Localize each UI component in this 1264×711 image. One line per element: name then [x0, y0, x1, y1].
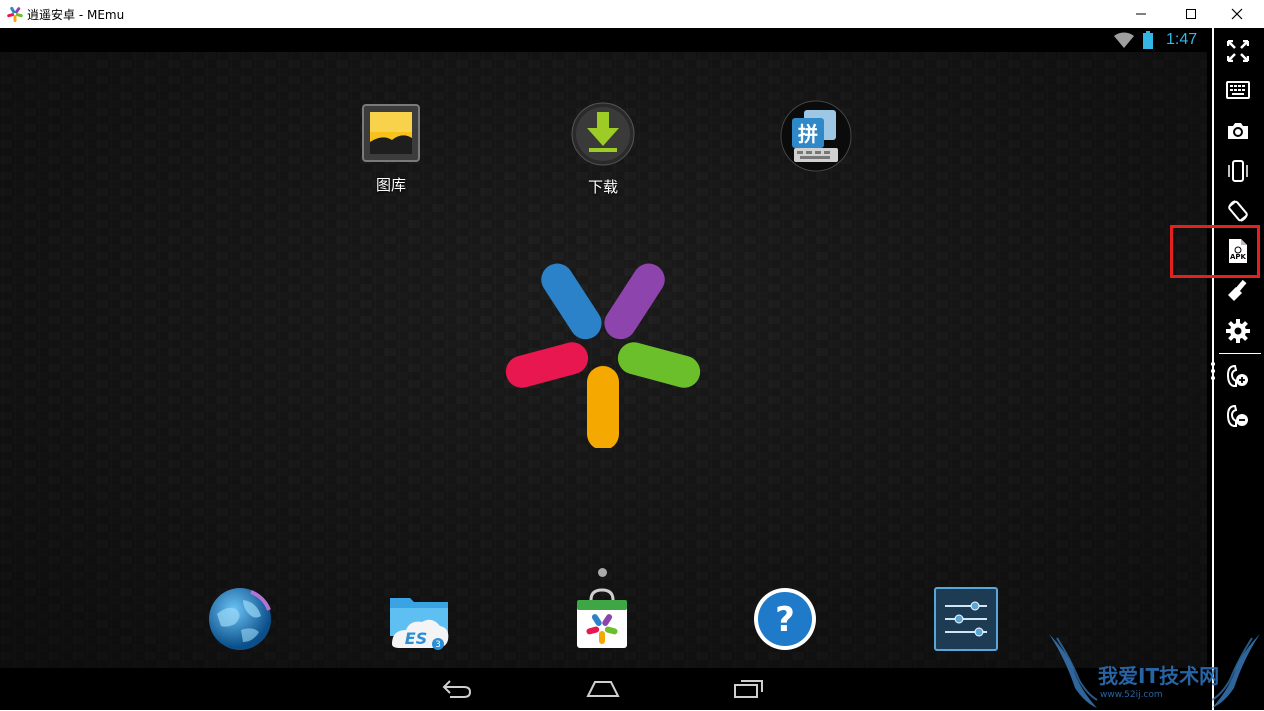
- dock-browser[interactable]: [190, 586, 290, 652]
- app-download[interactable]: 下载: [553, 102, 653, 197]
- rotate-icon: [1228, 200, 1248, 222]
- volume-down-button[interactable]: [1221, 401, 1255, 431]
- home-icon[interactable]: [585, 676, 621, 700]
- settings-button[interactable]: [1221, 316, 1255, 346]
- toolbar-separator: [1219, 353, 1261, 354]
- maximize-button[interactable]: [1168, 0, 1214, 28]
- settings-gear-icon: [1226, 319, 1250, 343]
- shake-phone-icon: [1228, 160, 1248, 182]
- dock-help[interactable]: ?: [735, 586, 835, 652]
- browser-globe-icon: [209, 588, 271, 650]
- keyboard-icon: [1226, 81, 1250, 99]
- close-button[interactable]: [1214, 0, 1260, 28]
- maximize-icon: [1186, 9, 1196, 19]
- es-file-explorer-icon: ES 3: [390, 598, 449, 650]
- volume-down-icon: [1226, 404, 1248, 427]
- shake-button[interactable]: [1221, 156, 1255, 186]
- apk-highlight-box: [1170, 225, 1260, 278]
- volume-up-icon: [1226, 364, 1248, 387]
- app-label: 图库: [375, 176, 406, 194]
- memu-logo-icon: [7, 6, 23, 22]
- keyboard-button[interactable]: [1221, 75, 1255, 105]
- svg-text:拼: 拼: [798, 122, 818, 146]
- memu-market-icon: [577, 588, 627, 648]
- screenshot-button[interactable]: [1221, 116, 1255, 146]
- fullscreen-icon: [1227, 40, 1249, 62]
- status-bar: 1:47: [0, 28, 1207, 52]
- recent-apps-icon[interactable]: [732, 676, 766, 700]
- minimize-icon: [1136, 13, 1146, 15]
- download-icon: [571, 102, 635, 166]
- status-time: 1:47: [1166, 31, 1198, 48]
- pinyin-keyboard-icon: 拼: [780, 100, 852, 172]
- back-icon[interactable]: [440, 676, 474, 700]
- watermark-url: www.52ij.com: [1100, 690, 1163, 700]
- watermark-text: 我爱IT技术网: [1098, 664, 1220, 688]
- svg-text:3: 3: [435, 640, 441, 650]
- window-titlebar: 逍遥安卓 - MEmu: [0, 0, 1264, 28]
- rotate-button[interactable]: [1221, 196, 1255, 226]
- emulator-toolbar: APK: [1207, 28, 1264, 710]
- settings-sliders-icon: [934, 587, 998, 651]
- clean-brush-icon: [1228, 279, 1247, 301]
- navigation-bar: [0, 668, 1207, 710]
- wifi-icon: [1114, 32, 1134, 48]
- dock-memu-market[interactable]: [552, 586, 652, 652]
- more-dots-icon[interactable]: [1210, 361, 1216, 381]
- memu-logo: [505, 263, 701, 448]
- dock-settings[interactable]: [916, 586, 1016, 652]
- help-icon: ?: [754, 588, 816, 650]
- app-pinyin-keyboard[interactable]: 拼: [766, 100, 866, 182]
- android-screen[interactable]: 1:47 图库 下载 拼 ES 3 ?: [0, 28, 1207, 710]
- dock-es-file-explorer[interactable]: ES 3: [369, 586, 469, 652]
- app-label: 下载: [587, 178, 618, 196]
- gallery-icon: [362, 104, 420, 162]
- window-title: 逍遥安卓 - MEmu: [27, 8, 125, 22]
- volume-up-button[interactable]: [1221, 361, 1255, 391]
- battery-icon: [1143, 31, 1153, 49]
- fullscreen-button[interactable]: [1221, 36, 1255, 66]
- close-icon: [1231, 8, 1243, 20]
- screenshot-camera-icon: [1228, 123, 1248, 139]
- svg-text:ES: ES: [405, 629, 427, 648]
- app-gallery[interactable]: 图库: [341, 104, 441, 195]
- minimize-button[interactable]: [1118, 0, 1164, 28]
- clean-button[interactable]: [1221, 276, 1255, 306]
- page-indicator: [598, 568, 607, 577]
- svg-text:?: ?: [775, 600, 795, 640]
